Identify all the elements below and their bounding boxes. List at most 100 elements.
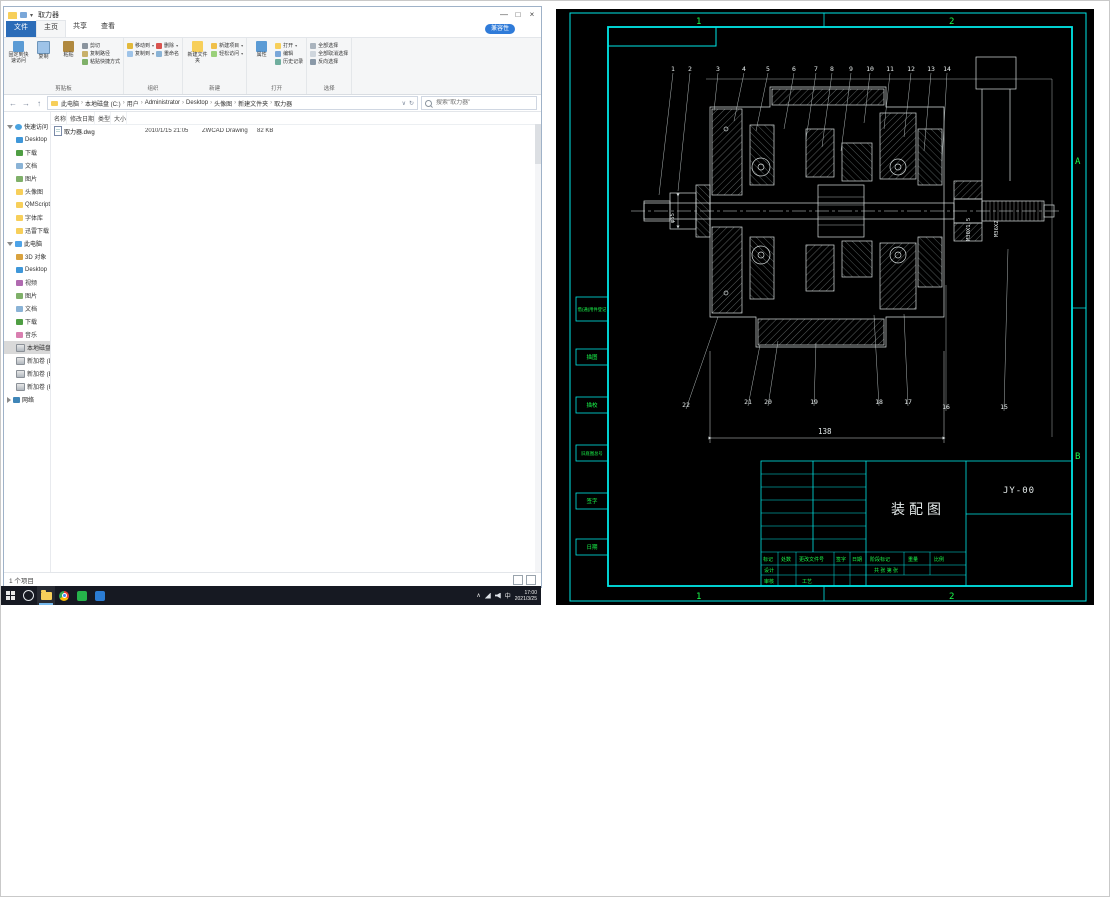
taskbar-app-blue-button[interactable] [91,586,109,605]
sidebar-item[interactable]: 字体库 [4,211,50,224]
sidebar-item[interactable]: 头像图 [4,185,50,198]
cut-button[interactable]: 剪切 [82,42,120,49]
select-none-button[interactable]: 全部取消选择 [310,50,348,57]
item-icon [16,163,23,169]
breadcrumb-segment[interactable]: 取力器› [274,99,292,108]
start-button[interactable] [1,586,19,605]
sidebar-item[interactable]: QMScript [4,198,50,211]
new-folder-button[interactable]: 新建文件夹 [186,40,209,65]
svg-text:2: 2 [949,17,954,27]
group-label-open: 打开 [250,84,303,94]
chevron-down-icon[interactable] [7,125,13,129]
chevron-right-icon[interactable] [7,397,11,403]
tab-file[interactable]: 文件 [6,21,36,37]
rename-button[interactable]: 重命名 [156,50,179,57]
sidebar-item[interactable]: 本地磁盘 (C:) [4,341,50,354]
paste-button[interactable]: 粘贴 [57,40,80,59]
copy-path-button[interactable]: 复制路径 [82,50,120,57]
sidebar-item[interactable]: 文档 [4,302,50,315]
breadcrumb-segment[interactable]: 此电脑› [61,99,85,108]
search-box[interactable] [421,96,537,110]
sidebar-item[interactable]: 新加卷 (D:) [4,354,50,367]
ribbon-tab[interactable]: 查看 [94,20,122,36]
move-to-button[interactable]: 移动到▾ [127,42,154,49]
delete-button[interactable]: 删除▾ [156,42,179,49]
column-header[interactable]: 大小 [111,112,127,124]
copy-to-button[interactable]: 复制到▾ [127,50,154,57]
sidebar-item[interactable]: 新加卷 (F:) [4,380,50,393]
folder-app-icon [8,12,17,19]
close-button[interactable]: × [525,8,539,22]
taskbar-browser-button[interactable] [55,586,73,605]
copy-button[interactable]: 复制 [32,40,55,61]
file-row[interactable]: 取力器.dwg 2010/1/15 21:05 ZWCAD Drawing 82… [51,125,541,137]
network-tray-icon[interactable] [485,593,491,599]
maximize-button[interactable]: □ [511,8,525,22]
up-button[interactable]: ↑ [34,99,44,108]
open-button[interactable]: 打开▾ [275,42,303,49]
paste-shortcut-button[interactable]: 粘贴快捷方式 [82,58,120,65]
chevron-down-icon[interactable] [7,242,13,246]
sidebar-item[interactable]: 下载 [4,146,50,159]
tray-chevron-icon[interactable]: ∧ [476,592,480,599]
sidebar-section-network[interactable]: 网络 [4,393,50,406]
breadcrumb-segment[interactable]: 头像图› [214,99,238,108]
search-input[interactable] [434,99,533,107]
easy-access-button[interactable]: 轻松访问▾ [211,50,243,57]
edit-button[interactable]: 编辑 [275,50,303,57]
svg-text:阶段标记: 阶段标记 [870,556,890,563]
address-dropdown-icon[interactable]: ∨ [402,100,406,107]
sidebar-item[interactable]: Desktop [4,263,50,276]
system-tray: ∧ 中 17:00 2021/3/25 [476,590,541,602]
list-view-button[interactable] [513,575,523,585]
quick-access-toolbar[interactable]: ▾ [20,12,33,19]
ribbon-tab[interactable]: 主页 [36,20,66,37]
column-header[interactable]: 名称 [51,112,67,124]
breadcrumb-segment[interactable]: 新建文件夹› [238,99,274,108]
minimize-button[interactable]: — [497,8,511,22]
taskbar-app-green-button[interactable] [73,586,91,605]
breadcrumb-segment[interactable]: Administrator› [145,100,186,106]
sidebar-section-this-pc[interactable]: 此电脑 [4,237,50,250]
invert-selection-button[interactable]: 反向选择 [310,58,348,65]
sidebar-item[interactable]: 新加卷 (E:) [4,367,50,380]
scrollbar[interactable] [535,124,541,572]
column-header[interactable]: 修改日期 [67,112,95,124]
sidebar-item[interactable]: Desktop [4,133,50,146]
svg-text:14: 14 [943,65,951,73]
compat-badge[interactable]: 兼容性 [485,24,515,34]
address-box[interactable]: 此电脑›本地磁盘 (C:)›用户›Administrator›Desktop›头… [47,96,418,110]
back-button[interactable]: ← [8,99,18,108]
new-item-button[interactable]: 新建项目▾ [211,42,243,49]
forward-button[interactable]: → [21,99,31,108]
column-header[interactable]: 类型 [95,112,111,124]
sidebar-item[interactable]: 图片 [4,289,50,302]
breadcrumb-segment[interactable]: 用户› [127,99,145,108]
sidebar-item[interactable]: 迅雷下载 [4,224,50,237]
sidebar-item[interactable]: 下载 [4,315,50,328]
taskbar-explorer-button[interactable] [37,586,55,605]
search-button[interactable] [19,586,37,605]
thumbnail-view-button[interactable] [526,575,536,585]
taskbar-clock[interactable]: 17:00 2021/3/25 [515,590,537,602]
select-all-button[interactable]: 全部选择 [310,42,348,49]
sidebar-item[interactable]: 3D 对象 [4,250,50,263]
breadcrumb-segment[interactable]: 本地磁盘 (C:)› [85,99,127,108]
properties-button[interactable]: 属性 [250,40,273,59]
svg-text:标记: 标记 [763,556,773,563]
ribbon-tab[interactable]: 共享 [66,20,94,36]
sidebar-section-quick-access[interactable]: 快速访问 [4,120,50,133]
qat-caret-icon[interactable]: ▾ [30,12,33,19]
volume-icon[interactable] [495,593,501,599]
breadcrumb-segment[interactable]: Desktop› [186,100,214,106]
pin-to-quick-access-button[interactable]: 固定到快速访问 [7,40,30,65]
sidebar-item[interactable]: 文档 [4,159,50,172]
scrollbar-thumb[interactable] [535,124,541,164]
sidebar-item[interactable]: 音乐 [4,328,50,341]
refresh-icon[interactable]: ↻ [409,100,414,107]
input-method-indicator[interactable]: 中 [505,591,511,600]
sidebar-item[interactable]: 图片 [4,172,50,185]
sidebar-item[interactable]: 视频 [4,276,50,289]
ribbon-group-new: 新建文件夹 新建项目▾ 轻松访问▾ 新建 [183,38,247,94]
history-button[interactable]: 历史记录 [275,58,303,65]
